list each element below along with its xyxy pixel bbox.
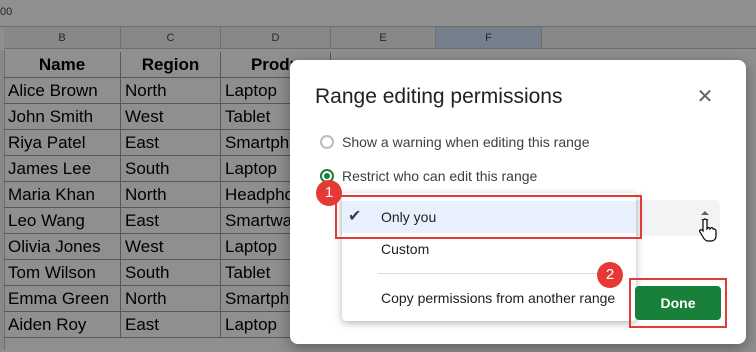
hand-pointer-icon (699, 218, 717, 242)
dialog-title: Range editing permissions (315, 85, 563, 108)
step-badge-2: 2 (597, 262, 623, 288)
radio-unselected[interactable] (320, 135, 334, 149)
close-icon[interactable]: ✕ (692, 84, 718, 110)
highlight-only-you (335, 195, 642, 239)
option-restrict-edit[interactable]: Restrict who can edit this range (320, 166, 537, 186)
option-show-warning[interactable]: Show a warning when editing this range (320, 132, 590, 152)
step-badge-1: 1 (316, 180, 342, 206)
menu-item-label: Copy permissions from another range (381, 290, 616, 306)
option-restrict-edit-label: Restrict who can edit this range (342, 168, 538, 184)
menu-divider (378, 273, 622, 274)
menu-item-copy-permissions[interactable]: Copy permissions from another range (342, 282, 636, 314)
option-show-warning-label: Show a warning when editing this range (342, 134, 590, 150)
highlight-done (629, 278, 727, 328)
